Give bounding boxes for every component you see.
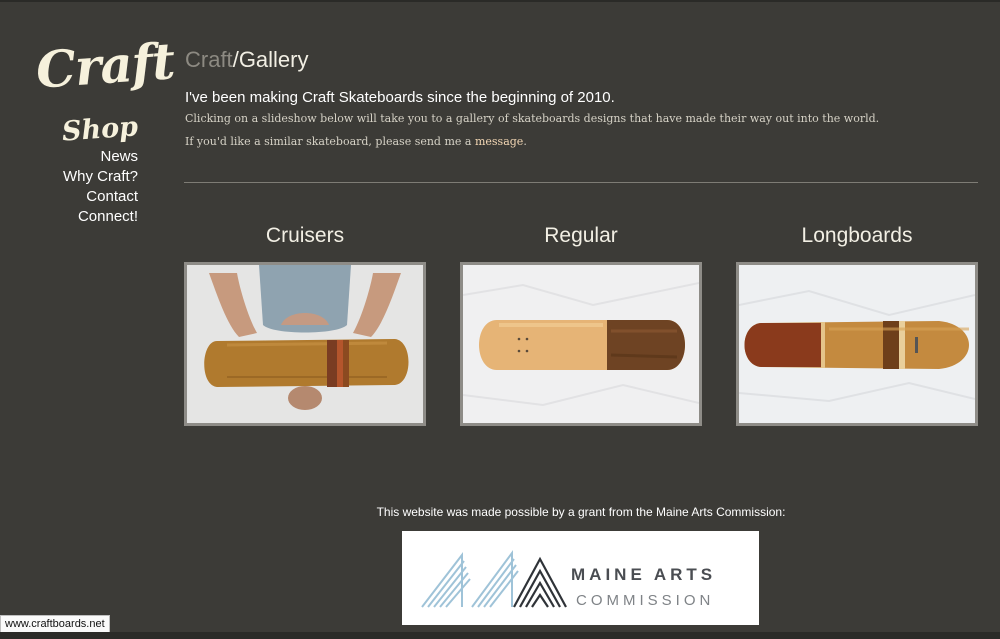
page-title: Craft/Gallery xyxy=(185,47,309,73)
nav-why-craft[interactable]: Why Craft? xyxy=(62,167,138,187)
gallery-title-longboards: Longboards xyxy=(801,224,913,247)
regular-photo xyxy=(463,265,699,423)
intro-line-2-prefix: If you'd like a similar skateboard, plea… xyxy=(185,135,472,148)
nav-contact[interactable]: Contact xyxy=(62,187,138,207)
cruisers-photo xyxy=(187,265,423,423)
gallery-longboards: Longboards xyxy=(736,224,978,426)
breadcrumb-craft[interactable]: Craft xyxy=(185,47,233,72)
grant-notice: This website was made possible by a gran… xyxy=(376,505,786,519)
mac-logo-line-1: MAINE ARTS xyxy=(571,565,717,584)
intro-line-2: If you'd like a similar skateboard, plea… xyxy=(185,135,527,148)
intro-line-2-suffix: . xyxy=(523,135,527,148)
gallery-regular: Regular xyxy=(460,224,702,426)
cruisers-thumbnail[interactable] xyxy=(184,262,426,426)
nav-news[interactable]: News xyxy=(62,147,138,167)
intro-line-1: Clicking on a slideshow below will take … xyxy=(185,112,880,125)
longboards-photo xyxy=(739,265,975,423)
mac-logo-line-2: COMMISSION xyxy=(576,592,715,609)
main-nav: Shop News Why Craft? Contact Connect! xyxy=(61,111,139,227)
nav-connect[interactable]: Connect! xyxy=(62,207,138,227)
regular-thumbnail[interactable] xyxy=(460,262,702,426)
intro-lead: I've been making Craft Skateboards since… xyxy=(185,89,615,106)
window-top-edge xyxy=(0,0,1000,2)
longboards-thumbnail[interactable] xyxy=(736,262,978,426)
breadcrumb-current: Gallery xyxy=(238,47,309,72)
header-divider xyxy=(184,182,978,183)
site-logo[interactable]: Craft xyxy=(34,31,176,99)
window-bottom-edge xyxy=(0,632,1000,639)
gallery-cruisers: Cruisers xyxy=(184,224,426,426)
gallery-title-regular: Regular xyxy=(544,224,618,247)
message-link[interactable]: message xyxy=(475,135,523,148)
nav-shop[interactable]: Shop xyxy=(61,111,139,147)
gallery-title-cruisers: Cruisers xyxy=(265,224,345,247)
